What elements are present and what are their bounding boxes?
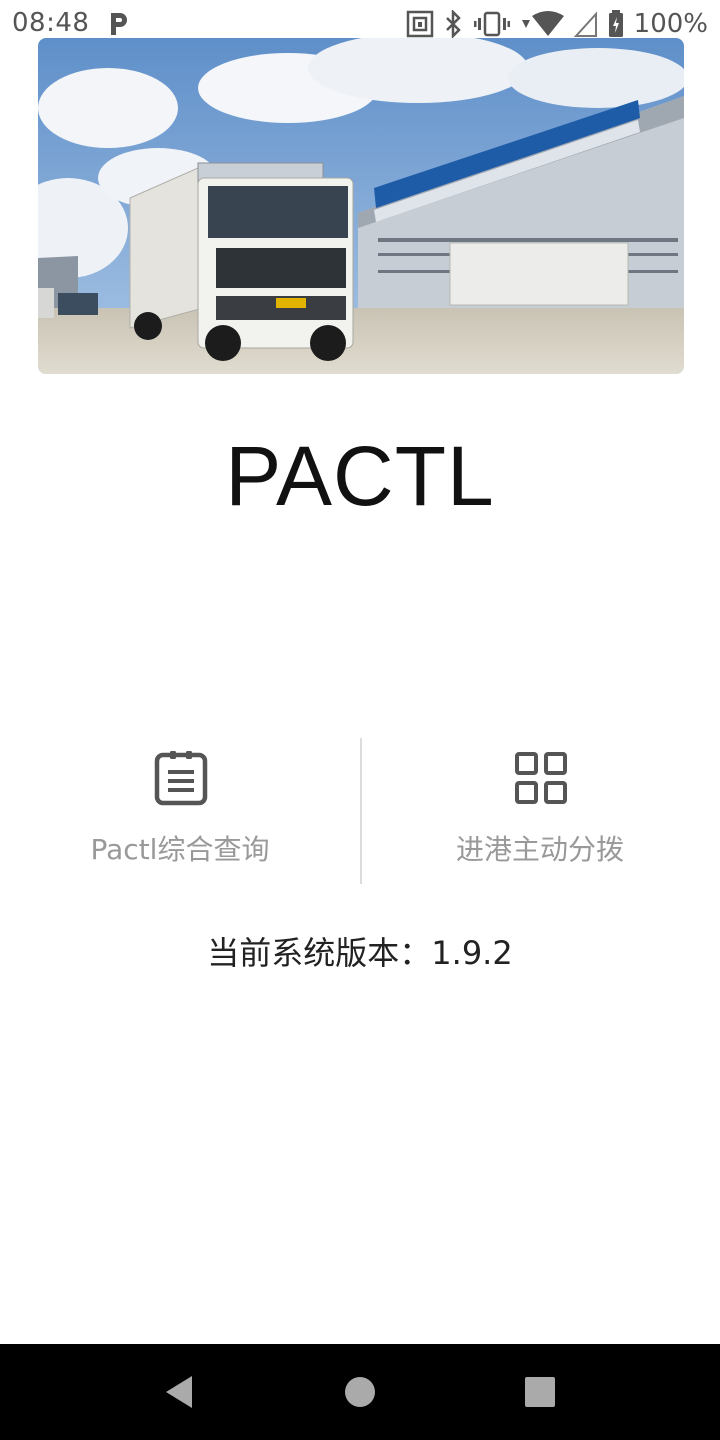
wifi-icon <box>521 11 564 36</box>
signal-icon <box>573 11 597 37</box>
back-icon[interactable] <box>158 1370 202 1414</box>
recent-apps-icon[interactable] <box>518 1370 562 1414</box>
home-icon[interactable] <box>338 1370 382 1414</box>
navigation-bar <box>0 1344 720 1440</box>
status-icons: 100% <box>406 8 708 40</box>
pactl-query-button[interactable]: Pactl综合查询 <box>0 738 360 884</box>
vibrate-icon <box>473 11 510 37</box>
p-icon <box>111 13 127 35</box>
inbound-distribution-label: 进港主动分拨 <box>455 833 624 866</box>
hero-image <box>38 38 684 374</box>
inbound-distribution-button[interactable]: 进港主动分拨 <box>360 738 720 884</box>
clipboard-list-icon <box>154 751 208 806</box>
battery-percent: 100% <box>633 9 708 39</box>
menu-grid: Pactl综合查询 进港主动分拨 <box>0 738 720 884</box>
nfc-icon <box>406 10 433 38</box>
version-text: 当前系统版本：1.9.2 <box>207 934 513 972</box>
battery-icon <box>608 10 623 37</box>
bluetooth-icon <box>445 10 461 38</box>
grid-icon <box>515 752 567 804</box>
cargo-terminal-photo <box>38 38 684 374</box>
status-time: 08:48 <box>12 8 90 38</box>
pactl-query-label: Pactl综合查询 <box>90 833 270 866</box>
app-title: PACTL <box>225 429 495 523</box>
